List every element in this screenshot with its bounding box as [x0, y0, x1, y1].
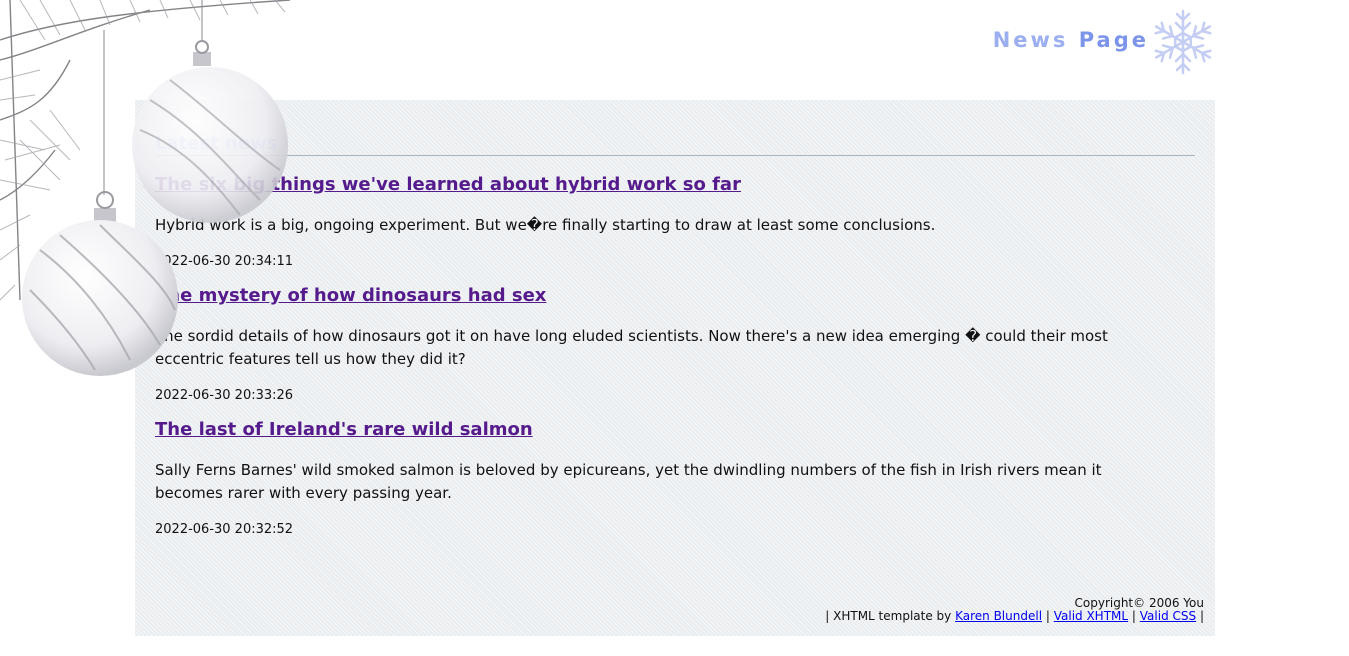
- site-title-word-2: Page: [1078, 28, 1149, 52]
- article-item: The six big things we've learned about h…: [155, 174, 1155, 285]
- site-title-word-1: News: [992, 28, 1069, 52]
- content-panel: Latest news The six big things we've lea…: [135, 100, 1215, 636]
- valid-css-link[interactable]: Valid CSS: [1140, 609, 1196, 623]
- footer-separator: |: [1199, 609, 1204, 623]
- article-summary: Sally Ferns Barnes' wild smoked salmon i…: [155, 461, 1102, 502]
- article-title-link[interactable]: The six big things we've learned about h…: [155, 174, 741, 195]
- article-date: 2022-06-30 20:33:26: [155, 388, 294, 403]
- footer-separator: |: [1045, 609, 1050, 623]
- page-footer: Copyright© 2006 You | XHTML template by …: [825, 597, 1204, 623]
- article-date: 2022-06-30 20:34:11: [155, 254, 294, 269]
- article-item: The mystery of how dinosaurs had sex The…: [155, 285, 1155, 419]
- snowflake-icon: [1151, 9, 1215, 75]
- page-header: News Page: [0, 0, 1349, 100]
- footer-links: | XHTML template by Karen Blundell | Val…: [825, 610, 1204, 623]
- article-summary: Hybrid work is a big, ongoing experiment…: [155, 216, 936, 234]
- article-summary: The sordid details of how dinosaurs got …: [155, 327, 1108, 368]
- article-title-link[interactable]: The mystery of how dinosaurs had sex: [155, 285, 546, 306]
- article-title: The six big things we've learned about h…: [155, 174, 1155, 196]
- footer-separator: | XHTML template by: [825, 609, 952, 623]
- article-item: The last of Ireland's rare wild salmon S…: [155, 419, 1155, 553]
- page: News Page Latest news The six big things…: [0, 0, 1349, 656]
- valid-xhtml-link[interactable]: Valid XHTML: [1054, 609, 1128, 623]
- footer-separator: |: [1131, 609, 1136, 623]
- article-title: The last of Ireland's rare wild salmon: [155, 419, 1155, 441]
- article-title-link[interactable]: The last of Ireland's rare wild salmon: [155, 419, 533, 440]
- author-link[interactable]: Karen Blundell: [955, 609, 1042, 623]
- site-title: News Page: [993, 28, 1149, 52]
- article-date: 2022-06-30 20:32:52: [155, 522, 294, 537]
- article-title: The mystery of how dinosaurs had sex: [155, 285, 1155, 307]
- article-list: The six big things we've learned about h…: [155, 174, 1155, 553]
- section-heading: Latest news: [155, 133, 1195, 156]
